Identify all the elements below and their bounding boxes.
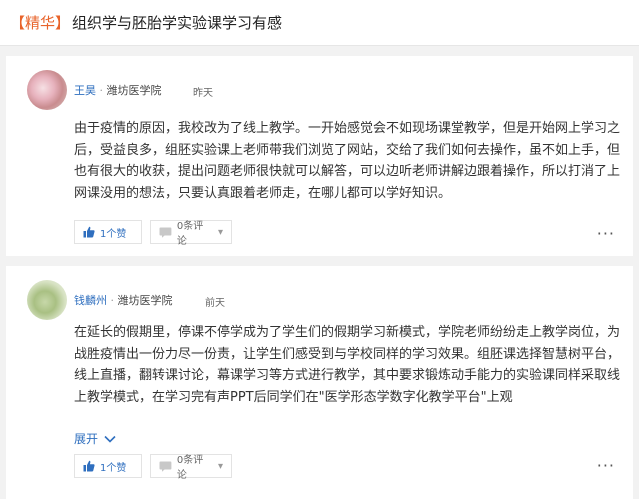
- expand-button[interactable]: 展开: [74, 430, 116, 447]
- comment-button[interactable]: 0条评论 ▾: [150, 454, 232, 481]
- comment-icon: [159, 227, 172, 238]
- avatar[interactable]: [27, 70, 67, 110]
- author-school: 潍坊医学院: [106, 84, 162, 97]
- comment-count: 0条评论: [176, 221, 204, 247]
- thumbs-up-icon: [83, 460, 95, 472]
- more-icon[interactable]: ···: [597, 456, 615, 475]
- chevron-down-icon: ▾: [217, 460, 223, 472]
- post-actions: 1个赞 0条评论 ▾: [74, 220, 232, 247]
- author-separator: ·: [110, 294, 115, 307]
- chevron-down-icon: [104, 435, 116, 443]
- page-title: 组织学与胚胎学实验课学习有感: [72, 14, 283, 32]
- comment-button[interactable]: 0条评论 ▾: [150, 220, 232, 247]
- essence-tag: 【精华】: [10, 14, 71, 32]
- post-content: 由于疫情的原因，我校改为了线上教学。一开始感觉会不如现场课堂教学，但是开始网上学…: [74, 121, 621, 201]
- author-school: 潍坊医学院: [117, 294, 173, 307]
- like-count: 1个赞: [100, 228, 127, 240]
- chevron-down-icon: ▾: [217, 226, 223, 238]
- thumbs-up-icon: [83, 226, 95, 238]
- like-count: 1个赞: [100, 462, 127, 474]
- post-author: 王昊 · 潍坊医学院: [74, 82, 162, 98]
- author-name[interactable]: 钱麟州: [74, 294, 107, 307]
- author-separator: ·: [99, 84, 104, 97]
- page: 【精华】 组织学与胚胎学实验课学习有感 王昊 · 潍坊医学院 昨天 由于疫情的原…: [0, 0, 639, 499]
- post-content: 在延长的假期里，停课不停学成为了学生们的假期学习新模式，学院老师纷纷走上教学岗位…: [74, 325, 621, 405]
- post-time: 前天: [205, 298, 225, 309]
- avatar[interactable]: [27, 280, 67, 320]
- page-header: 【精华】 组织学与胚胎学实验课学习有感: [0, 0, 639, 46]
- post-author: 钱麟州 · 潍坊医学院: [74, 292, 173, 308]
- like-button[interactable]: 1个赞: [74, 454, 142, 478]
- more-icon[interactable]: ···: [597, 224, 615, 243]
- post-time: 昨天: [193, 88, 213, 99]
- post-card: 王昊 · 潍坊医学院 昨天 由于疫情的原因，我校改为了线上教学。一开始感觉会不如…: [6, 56, 633, 256]
- like-button[interactable]: 1个赞: [74, 220, 142, 244]
- comment-icon: [159, 461, 172, 472]
- post-card: 钱麟州 · 潍坊医学院 前天 在延长的假期里，停课不停学成为了学生们的假期学习新…: [6, 266, 633, 499]
- expand-label: 展开: [74, 432, 99, 446]
- comment-count: 0条评论: [176, 455, 204, 481]
- post-actions: 1个赞 0条评论 ▾: [74, 454, 232, 481]
- author-name[interactable]: 王昊: [74, 84, 96, 97]
